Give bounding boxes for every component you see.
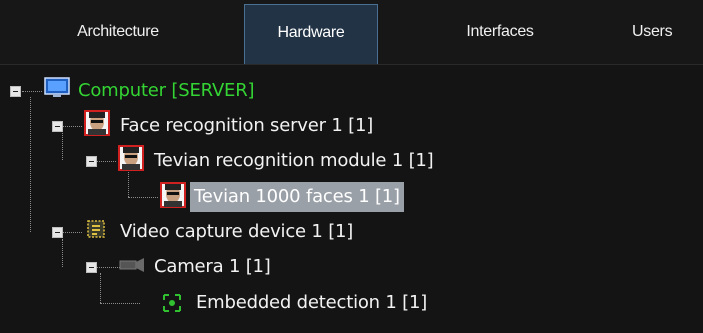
tree-connector bbox=[96, 161, 116, 162]
tree-connector bbox=[96, 267, 120, 268]
tree-connector bbox=[100, 303, 140, 304]
tree-connector bbox=[62, 126, 82, 127]
computer-icon bbox=[44, 77, 70, 103]
tree-connector bbox=[62, 232, 82, 233]
tree-connector bbox=[62, 239, 63, 267]
tree-node-computer[interactable]: Computer [SERVER] bbox=[74, 75, 258, 107]
tab-interfaces[interactable]: Interfaces bbox=[410, 4, 590, 64]
tab-hardware[interactable]: Hardware bbox=[244, 4, 378, 64]
tree-node-label: Computer [SERVER] bbox=[78, 80, 255, 101]
tree-connector bbox=[128, 197, 158, 198]
chip-icon bbox=[84, 217, 108, 245]
tree-node-label: Embedded detection 1 [1] bbox=[196, 292, 428, 313]
hardware-tree: Computer [SERVER] Face recognition serve… bbox=[0, 65, 703, 333]
detection-icon bbox=[160, 291, 184, 319]
face-icon bbox=[118, 145, 144, 175]
tree-node-tevian-1000-faces[interactable]: Tevian 1000 faces 1 [1] bbox=[190, 181, 404, 213]
tree-connector bbox=[30, 97, 31, 232]
tree-node-label: Tevian 1000 faces 1 [1] bbox=[190, 182, 404, 212]
tree-connector bbox=[62, 133, 63, 160]
collapse-toggle[interactable] bbox=[52, 227, 63, 238]
tab-architecture[interactable]: Architecture bbox=[0, 4, 236, 64]
collapse-toggle[interactable] bbox=[10, 86, 21, 97]
tree-node-label: Face recognition server 1 [1] bbox=[120, 115, 374, 136]
collapse-toggle[interactable] bbox=[52, 121, 63, 132]
tree-node-embedded-detection[interactable]: Embedded detection 1 [1] bbox=[192, 287, 431, 319]
tree-node-label: Tevian recognition module 1 [1] bbox=[154, 150, 434, 171]
tree-node-label: Camera 1 [1] bbox=[154, 256, 271, 277]
collapse-toggle[interactable] bbox=[86, 156, 97, 167]
tree-node-face-recognition-server[interactable]: Face recognition server 1 [1] bbox=[116, 110, 377, 142]
tree-node-video-capture-device[interactable]: Video capture device 1 [1] bbox=[116, 216, 357, 248]
tree-connector bbox=[100, 273, 101, 303]
tab-bar: Architecture Hardware Interfaces Users bbox=[0, 0, 703, 65]
tree-node-camera[interactable]: Camera 1 [1] bbox=[150, 251, 275, 283]
tab-users[interactable]: Users bbox=[632, 4, 703, 64]
face-icon bbox=[84, 110, 110, 140]
tree-node-tevian-recognition-module[interactable]: Tevian recognition module 1 [1] bbox=[150, 145, 438, 177]
tree-connector bbox=[22, 91, 42, 92]
face-icon bbox=[160, 182, 186, 212]
tree-node-label: Video capture device 1 [1] bbox=[120, 221, 354, 242]
camera-icon bbox=[118, 255, 148, 279]
collapse-toggle[interactable] bbox=[86, 262, 97, 273]
